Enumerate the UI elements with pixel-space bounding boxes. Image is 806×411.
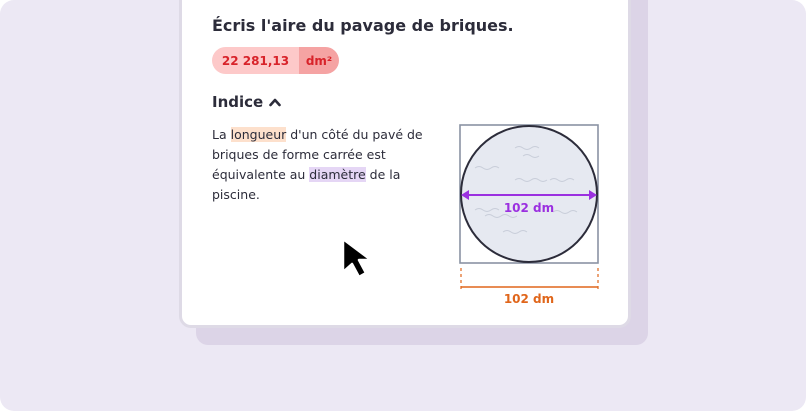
chevron-up-icon: [269, 98, 282, 107]
hint-title: Indice: [212, 93, 264, 111]
diameter-label: 102 dm: [504, 201, 554, 215]
pool-figure: 102 dm 102 dm: [459, 124, 599, 305]
highlight-length: longueur: [230, 127, 287, 142]
hint-toggle[interactable]: Indice: [212, 93, 282, 111]
mouse-cursor-icon: [341, 237, 373, 279]
hint-text: La longueur d'un côté du pavé de briques…: [212, 127, 423, 202]
question-text: Écris l'aire du pavage de briques.: [212, 16, 514, 35]
answer-pill: 22 281,13 dm²: [212, 47, 339, 74]
side-label: 102 dm: [504, 292, 554, 305]
answer-value: 22 281,13: [212, 47, 299, 74]
answer-unit: dm²: [299, 47, 339, 74]
highlight-diameter: diamètre: [309, 167, 366, 182]
